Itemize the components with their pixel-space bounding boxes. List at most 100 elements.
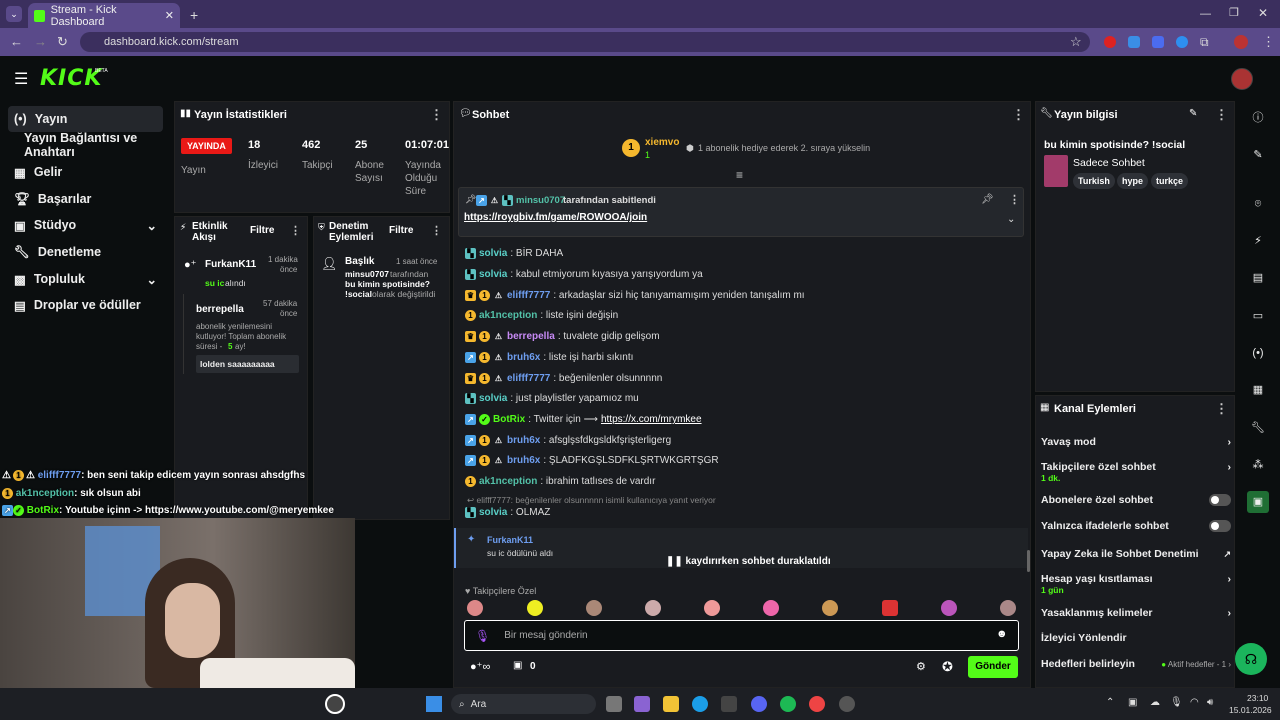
chat-message[interactable]: ♛ 1 ⚠ berrepella: tuvalete gidip gelişom	[465, 331, 660, 342]
chat-message[interactable]: ♛ 1 ⚠ elifff7777: arkadaşlar sizi hiç tanıy…	[465, 290, 805, 301]
edit-pencil-icon[interactable]: ✎	[1189, 108, 1197, 119]
gift-sub-icon[interactable]: ✪	[942, 659, 953, 675]
microphone-icon[interactable]: 🎙︎	[475, 629, 490, 643]
emote-icon[interactable]	[467, 600, 483, 616]
copilot-icon[interactable]	[634, 696, 650, 712]
microphone-icon[interactable]: 🎙︎	[1170, 697, 1183, 708]
chat-input[interactable]: 🎙︎ Bir mesaj gönderin	[464, 620, 1019, 651]
emotes-only-action[interactable]: Yalnızca ifadelerle sohbet	[1041, 520, 1231, 532]
forward-icon[interactable]: →	[34, 34, 47, 49]
new-tab-icon[interactable]: +	[190, 7, 198, 23]
windows-start-icon[interactable]	[426, 696, 442, 712]
chat-username[interactable]: BotRix	[493, 414, 525, 425]
pinned-link[interactable]: https://roygbiv.fm/game/ROWOOA/join	[464, 212, 647, 223]
layout-icon[interactable]: ▦	[1247, 379, 1269, 401]
browser-menu-icon[interactable]: ⋮	[1262, 34, 1275, 50]
sidebar-item-topluluk[interactable]: ▩ Topluluk ⌄	[8, 266, 163, 292]
chat-scrollbar[interactable]	[1027, 550, 1030, 572]
store-icon[interactable]	[721, 696, 737, 712]
chat-message[interactable]: ↗ ✓ BotRix: Twitter için ⟶ https://x.com/m…	[465, 414, 702, 425]
settings-gear-icon[interactable]: ⚙︎	[916, 660, 926, 673]
sidebar-item-yayin[interactable]: (•) Yayın	[8, 106, 163, 132]
chat-username[interactable]: solvia	[479, 248, 507, 259]
camera-icon[interactable]: ⌾	[1247, 193, 1269, 215]
chat-users-icon[interactable]: ●⁺∞	[470, 660, 490, 673]
kick-app-icon[interactable]: ▣	[1247, 491, 1269, 513]
app-icon[interactable]	[839, 696, 855, 712]
close-icon[interactable]: ✕	[165, 9, 174, 22]
chat-username[interactable]: bruh6x	[507, 435, 540, 446]
tag[interactable]: Turkish	[1073, 173, 1115, 189]
tray-icon[interactable]: ☁	[1150, 697, 1160, 708]
minimize-icon[interactable]: —	[1200, 8, 1211, 20]
tray-chevron-icon[interactable]: ⌃	[1106, 697, 1114, 708]
sidebar-item-basarilar[interactable]: 🏆︎ Başarılar	[8, 186, 163, 212]
info-icon[interactable]: ⓘ	[1247, 107, 1269, 129]
broadcast-icon[interactable]: (•)	[1247, 342, 1269, 364]
redeem-user[interactable]: FurkanK11	[487, 535, 533, 545]
sidebar-item-droplar[interactable]: ▤ Droplar ve ödüller	[8, 292, 163, 318]
kebab-menu-icon[interactable]: ⋮	[430, 107, 443, 123]
goals-action[interactable]: Hedefleri belirleyin ● Aktif hedefler - 1…	[1041, 658, 1231, 670]
viewer-redirect-action[interactable]: İzleyici Yönlendir	[1041, 632, 1231, 644]
volume-icon[interactable]: 🔊︎	[1207, 697, 1213, 708]
kebab-menu-icon[interactable]: ⋮	[1012, 107, 1025, 123]
chrome-icon[interactable]	[809, 696, 825, 712]
chat-message[interactable]: ↗ 1 ⚠ bruh6x: liste işi harbi sıkıntı	[465, 352, 633, 363]
chat-message[interactable]: ▚ solvia: just playlistler yapamıoz mu	[465, 393, 639, 404]
moderation-filter-button[interactable]: Filtre	[389, 225, 413, 236]
wifi-icon[interactable]: ◠	[1190, 697, 1199, 708]
emote-icon[interactable]	[941, 600, 957, 616]
document-icon[interactable]: ▤	[1247, 267, 1269, 289]
obs-icon[interactable]	[325, 694, 345, 714]
extensions-puzzle-icon[interactable]: ⧉	[1200, 35, 1209, 50]
chat-username[interactable]: solvia	[479, 507, 507, 518]
chat-message[interactable]: ▚ solvia: kabul etmiyorum kıyasıya yarışı…	[465, 269, 703, 280]
sidebar-item-stream-key[interactable]: Yayın Bağlantısı ve Anahtarı	[18, 131, 178, 159]
tag[interactable]: hype	[1117, 173, 1149, 189]
extension-icon[interactable]	[1176, 36, 1188, 48]
kebab-menu-icon[interactable]: ⋮	[1009, 193, 1020, 206]
chat-username[interactable]: elifff7777	[507, 290, 550, 301]
chat-message[interactable]: 1 ak1nception: liste işini değişin	[465, 310, 618, 321]
wrench-icon[interactable]: 🔧︎	[1247, 417, 1269, 439]
clock-date[interactable]: 15.01.2026	[1229, 705, 1272, 715]
emote-icon[interactable]	[704, 600, 720, 616]
chat-link[interactable]: https://x.com/mrymkee	[601, 414, 702, 425]
window-close-icon[interactable]: ✕	[1258, 6, 1268, 20]
banned-words-action[interactable]: Yasaklanmış kelimeler ›	[1041, 607, 1231, 619]
chat-bubble-icon[interactable]: ▭	[1247, 305, 1269, 327]
taskbar-search[interactable]: ⌕ Ara	[451, 694, 596, 714]
chat-paused-notice[interactable]: ❚❚ kaydırırken sohbet duraklatıldı	[666, 556, 831, 567]
emote-icon[interactable]	[882, 600, 898, 616]
subs-only-toggle[interactable]	[1209, 494, 1231, 506]
category-name[interactable]: Sadece Sohbet	[1073, 157, 1145, 169]
tab-list-icon[interactable]: ⌄	[6, 6, 22, 22]
activity-filter-button[interactable]: Filtre	[250, 225, 274, 236]
chat-username[interactable]: solvia	[479, 393, 507, 404]
chat-message[interactable]: 1 ak1nception: ibrahim tatlıses de vardır	[465, 476, 655, 487]
extension-icon[interactable]	[1128, 36, 1140, 48]
url-input[interactable]: dashboard.kick.com/stream	[80, 32, 1090, 52]
chat-message[interactable]: ▚ solvia: OLMAZ	[465, 507, 550, 518]
chat-username[interactable]: elifff7777	[507, 373, 550, 384]
followers-only-action[interactable]: Takipçilere özel sohbet ›	[1041, 461, 1231, 473]
emote-icon[interactable]	[822, 600, 838, 616]
activity-user[interactable]: berrepella	[196, 304, 244, 315]
community-icon[interactable]: ⁂	[1247, 454, 1269, 476]
chat-username[interactable]: ak1nception	[479, 310, 537, 321]
sidebar-item-studyo[interactable]: ▣ Stüdyo ⌄	[8, 212, 163, 238]
chat-username[interactable]: berrepella	[507, 331, 555, 342]
kebab-menu-icon[interactable]: ⋮	[1215, 107, 1228, 123]
account-age-action[interactable]: Hesap yaşı kısıtlaması ›	[1041, 573, 1231, 585]
extension-icon[interactable]	[1104, 36, 1116, 48]
emoji-picker-icon[interactable]: ☻	[996, 628, 1008, 640]
hamburger-menu-icon[interactable]: ☰	[14, 69, 28, 89]
profile-avatar[interactable]	[1234, 35, 1248, 49]
maximize-icon[interactable]: ❐	[1229, 6, 1239, 19]
chat-message[interactable]: ↗ 1 ⚠ bruh6x: afsglşsfdkgsldkfşrişterligerg	[465, 435, 671, 446]
chat-message[interactable]: ↗ 1 ⚠ bruh6x: ŞLADFKGŞLSDFKLŞRTWKGRTŞGR	[465, 455, 719, 466]
task-view-icon[interactable]	[606, 696, 622, 712]
chat-username[interactable]: bruh6x	[507, 455, 540, 466]
discord-icon[interactable]	[751, 696, 767, 712]
